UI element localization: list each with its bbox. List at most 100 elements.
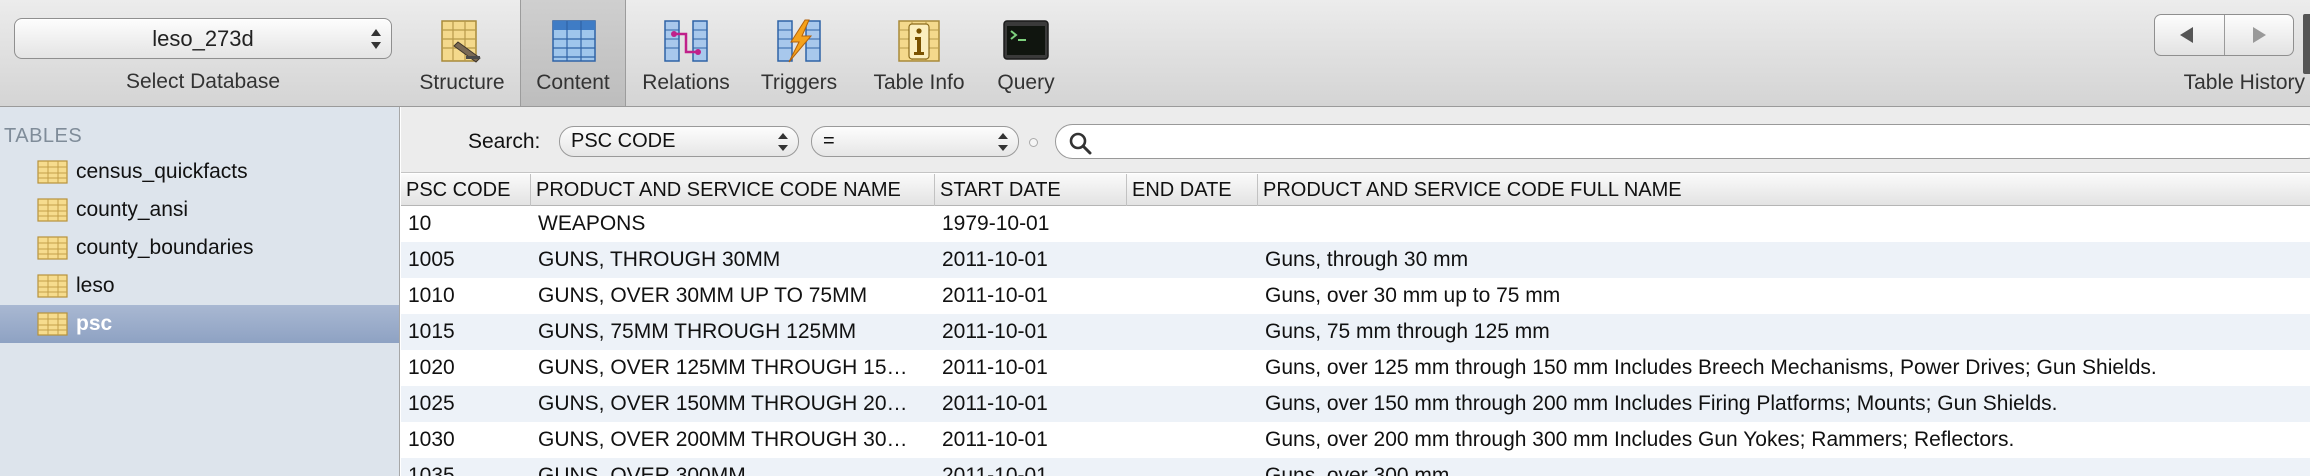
triggers-button[interactable]: Triggers — [744, 0, 854, 106]
toolbar: leso_273d Select Database Structure Cont… — [0, 0, 2310, 107]
column-header-start-date[interactable]: START DATE — [935, 174, 1127, 206]
back-arrow-icon — [2180, 27, 2193, 43]
cell-name[interactable]: GUNS, THROUGH 30MM — [531, 242, 935, 278]
column-header-name[interactable]: PRODUCT AND SERVICE CODE NAME — [531, 174, 935, 206]
sidebar-item-label: census_quickfacts — [76, 160, 248, 183]
table-row[interactable]: 1010 GUNS, OVER 30MM UP TO 75MM 2011-10-01… — [401, 278, 2310, 314]
cell-name[interactable]: GUNS, OVER 30MM UP TO 75MM — [531, 278, 935, 314]
table-history-control — [2154, 14, 2294, 56]
cell-start-date[interactable]: 2011-10-01 — [935, 278, 1127, 314]
history-back-button[interactable] — [2155, 15, 2224, 55]
cell-psc-code[interactable]: 10 — [401, 206, 531, 242]
cell-psc-code[interactable]: 1010 — [401, 278, 531, 314]
cell-full-name[interactable]: Guns, over 125 mm through 150 mm Include… — [1258, 350, 2310, 386]
cell-end-date[interactable] — [1127, 386, 1258, 422]
sidebar-item-county-ansi[interactable]: county_ansi — [0, 191, 399, 229]
content-table: PSC CODE PRODUCT AND SERVICE CODE NAME S… — [401, 174, 2310, 476]
tables-heading: TABLES — [4, 125, 83, 147]
content-label: Content — [536, 71, 610, 94]
cell-full-name[interactable]: Guns, over 30 mm up to 75 mm — [1258, 278, 2310, 314]
table-history-label: Table History — [2183, 71, 2305, 94]
structure-button[interactable]: Structure — [404, 0, 520, 106]
cell-start-date[interactable]: 2011-10-01 — [935, 458, 1127, 476]
table-row[interactable]: 1030 GUNS, OVER 200MM THROUGH 30… 2011-10-… — [401, 422, 2310, 458]
cell-name[interactable]: GUNS, 75MM THROUGH 125MM — [531, 314, 935, 350]
triggers-label: Triggers — [760, 71, 838, 94]
query-icon — [1003, 20, 1049, 60]
structure-label: Structure — [419, 71, 505, 94]
cell-end-date[interactable] — [1127, 314, 1258, 350]
cell-start-date[interactable]: 2011-10-01 — [935, 314, 1127, 350]
cell-end-date[interactable] — [1127, 458, 1258, 476]
cell-name[interactable]: GUNS, OVER 300MM — [531, 458, 935, 476]
query-button[interactable]: Query — [982, 0, 1070, 106]
sidebar-item-label: leso — [76, 274, 115, 297]
table-icon — [37, 160, 68, 184]
column-header-psc-code[interactable]: PSC CODE — [401, 174, 531, 206]
history-forward-button[interactable] — [2225, 15, 2294, 55]
cell-full-name[interactable] — [1258, 206, 2310, 242]
cell-name[interactable]: GUNS, OVER 150MM THROUGH 20… — [531, 386, 935, 422]
table-icon — [37, 312, 68, 336]
cell-full-name[interactable]: Guns, over 150 mm through 200 mm Include… — [1258, 386, 2310, 422]
updown-arrows-icon — [371, 27, 381, 51]
relations-label: Relations — [642, 71, 730, 94]
cell-full-name[interactable]: Guns, over 200 mm through 300 mm Include… — [1258, 422, 2310, 458]
sidebar-item-census-quickfacts[interactable]: census_quickfacts — [0, 153, 399, 191]
query-label: Query — [997, 71, 1055, 94]
sidebar-item-county-boundaries[interactable]: county_boundaries — [0, 229, 399, 267]
cell-psc-code[interactable]: 1035 — [401, 458, 531, 476]
cell-end-date[interactable] — [1127, 422, 1258, 458]
cell-psc-code[interactable]: 1025 — [401, 386, 531, 422]
cell-start-date[interactable]: 2011-10-01 — [935, 242, 1127, 278]
cell-start-date[interactable]: 1979-10-01 — [935, 206, 1127, 242]
filter-bar: Search: PSC CODE = — [401, 107, 2310, 173]
cell-start-date[interactable]: 2011-10-01 — [935, 386, 1127, 422]
table-info-button[interactable]: Table Info — [856, 0, 982, 106]
cell-start-date[interactable]: 2011-10-01 — [935, 422, 1127, 458]
cell-end-date[interactable] — [1127, 206, 1258, 242]
cell-psc-code[interactable]: 1005 — [401, 242, 531, 278]
search-field-value: PSC CODE — [571, 130, 676, 152]
search-input[interactable] — [1055, 124, 2310, 159]
database-select-value: leso_273d — [152, 26, 254, 51]
table-row[interactable]: 1015 GUNS, 75MM THROUGH 125MM 2011-10-01 Gu… — [401, 314, 2310, 350]
cell-psc-code[interactable]: 1030 — [401, 422, 531, 458]
filter-toggle-dot[interactable] — [1029, 138, 1038, 147]
cell-name[interactable]: GUNS, OVER 125MM THROUGH 15… — [531, 350, 935, 386]
cell-name[interactable]: GUNS, OVER 200MM THROUGH 30… — [531, 422, 935, 458]
table-row[interactable]: 1005 GUNS, THROUGH 30MM 2011-10-01 Guns, th… — [401, 242, 2310, 278]
cell-end-date[interactable] — [1127, 350, 1258, 386]
search-field-select[interactable]: PSC CODE — [559, 126, 799, 157]
relations-button[interactable]: Relations — [628, 0, 744, 106]
sidebar-item-psc[interactable]: psc — [0, 305, 399, 343]
search-operator-select[interactable]: = — [811, 126, 1019, 157]
table-row[interactable]: 1035 GUNS, OVER 300MM 2011-10-01 Guns, over… — [401, 458, 2310, 476]
cell-start-date[interactable]: 2011-10-01 — [935, 350, 1127, 386]
table-row[interactable]: 1025 GUNS, OVER 150MM THROUGH 20… 2011-10-… — [401, 386, 2310, 422]
column-header-full-name[interactable]: PRODUCT AND SERVICE CODE FULL NAME — [1258, 174, 2310, 206]
table-row[interactable]: 1020 GUNS, OVER 125MM THROUGH 15… 2011-10-… — [401, 350, 2310, 386]
table-info-label: Table Info — [873, 71, 965, 94]
content-button[interactable]: Content — [520, 0, 626, 106]
cell-full-name[interactable]: Guns, over 300 mm — [1258, 458, 2310, 476]
cell-full-name[interactable]: Guns, 75 mm through 125 mm — [1258, 314, 2310, 350]
window-edge-strip — [2303, 14, 2310, 74]
database-select[interactable]: leso_273d — [14, 18, 392, 59]
table-icon — [37, 236, 68, 260]
table-header: PSC CODE PRODUCT AND SERVICE CODE NAME S… — [401, 174, 2310, 206]
table-row[interactable]: 10 WEAPONS 1979-10-01 — [401, 206, 2310, 242]
cell-end-date[interactable] — [1127, 242, 1258, 278]
column-header-end-date[interactable]: END DATE — [1127, 174, 1258, 206]
cell-psc-code[interactable]: 1020 — [401, 350, 531, 386]
cell-end-date[interactable] — [1127, 278, 1258, 314]
updown-arrows-icon — [998, 132, 1008, 152]
forward-arrow-icon — [2253, 27, 2266, 43]
sidebar-item-leso[interactable]: leso — [0, 267, 399, 305]
relations-icon — [664, 20, 708, 62]
sidebar-item-label: psc — [76, 312, 113, 335]
cell-name[interactable]: WEAPONS — [531, 206, 935, 242]
cell-full-name[interactable]: Guns, through 30 mm — [1258, 242, 2310, 278]
cell-psc-code[interactable]: 1015 — [401, 314, 531, 350]
sidebar-item-label: county_ansi — [76, 198, 189, 221]
